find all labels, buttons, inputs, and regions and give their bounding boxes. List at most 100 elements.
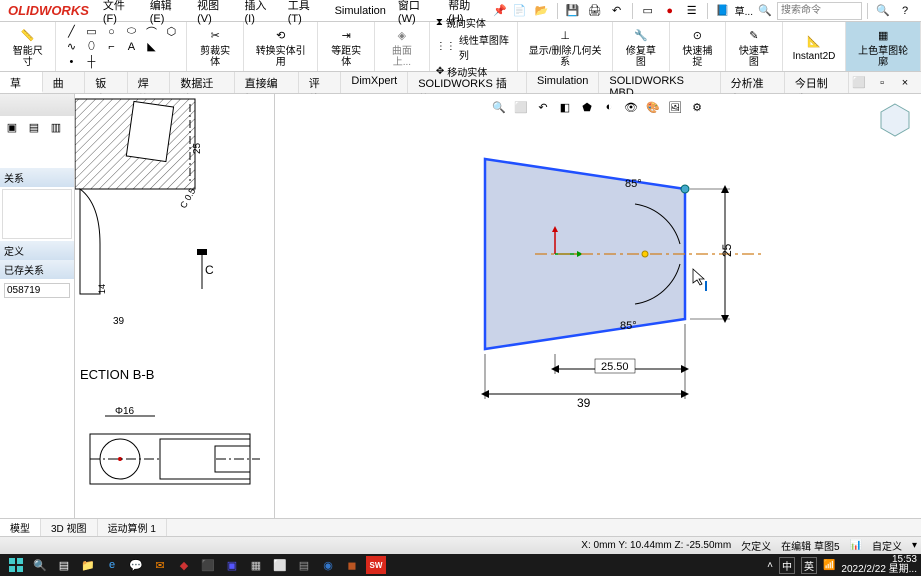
prev-view-icon[interactable]: ↶ bbox=[533, 98, 553, 116]
line-tool-icon[interactable]: ╱ bbox=[62, 25, 80, 39]
tab-analysis-prep[interactable]: 分析准备 bbox=[721, 72, 785, 93]
menu-edit[interactable]: 编辑(E) bbox=[144, 0, 191, 25]
active-sketch[interactable]: 85° 85° 25 25.50 39 bbox=[435, 149, 865, 419]
quick-snap-button[interactable]: ⊙ 快速捕捉 bbox=[676, 24, 719, 70]
fillet-tool-icon[interactable]: ⌐ bbox=[102, 40, 120, 54]
tab-sheetmetal[interactable]: 钣金 bbox=[85, 72, 128, 93]
smart-dimension-button[interactable]: 📏 智能尺寸 bbox=[6, 24, 49, 70]
task-app4-icon[interactable]: ▦ bbox=[246, 556, 266, 574]
tab-3dview[interactable]: 3D 视图 bbox=[41, 519, 98, 536]
new-doc-icon[interactable]: 📄 bbox=[510, 2, 530, 20]
menu-file[interactable]: 文件(F) bbox=[97, 0, 144, 25]
menu-insert[interactable]: 插入(I) bbox=[239, 0, 282, 25]
task-wechat-icon[interactable]: 💬 bbox=[126, 556, 146, 574]
collapse-pane-icon[interactable]: ▫ bbox=[872, 74, 892, 92]
save-icon[interactable]: 💾 bbox=[563, 2, 583, 20]
offset-entities-button[interactable]: ⇥ 等距实体 bbox=[324, 24, 367, 70]
task-solidworks-icon[interactable]: SW bbox=[366, 556, 386, 574]
show-relations-button[interactable]: ⊥ 显示/删除几何关系 bbox=[524, 24, 606, 70]
task-app6-icon[interactable]: ▤ bbox=[294, 556, 314, 574]
prop-tab2-icon[interactable]: ▤ bbox=[24, 118, 44, 136]
task-app3-icon[interactable]: ▣ bbox=[222, 556, 242, 574]
menu-tools[interactable]: 工具(T) bbox=[282, 0, 329, 25]
help-icon[interactable]: ? bbox=[895, 2, 915, 20]
task-search-icon[interactable]: 🔍 bbox=[30, 556, 50, 574]
status-custom[interactable]: 自定义 bbox=[872, 538, 902, 553]
view-settings-icon[interactable]: ⚙ bbox=[687, 98, 707, 116]
options-icon[interactable]: ☰ bbox=[682, 2, 702, 20]
undo-icon[interactable]: ↶ bbox=[607, 2, 627, 20]
shade-sketch-button[interactable]: ▦ 上色草图轮廓 bbox=[852, 24, 914, 70]
surface-button[interactable]: ◈ 曲面上... bbox=[381, 24, 423, 70]
close-pane-icon[interactable]: × bbox=[895, 74, 915, 92]
print-icon[interactable]: 🖨 bbox=[585, 2, 605, 20]
tab-dimxpert[interactable]: DimXpert bbox=[341, 72, 408, 93]
doc-icon[interactable]: 📘 bbox=[713, 2, 733, 20]
convert-entities-button[interactable]: ⟲ 转换实体引用 bbox=[250, 24, 312, 70]
start-button[interactable] bbox=[6, 556, 26, 574]
search-glass-icon[interactable]: 🔍 bbox=[873, 2, 893, 20]
tab-simulation[interactable]: Simulation bbox=[527, 72, 599, 93]
search-icon[interactable]: 🔍 bbox=[755, 2, 775, 20]
tray-date[interactable]: 2022/2/22 星期... bbox=[841, 565, 917, 575]
prop-tab1-icon[interactable]: ▣ bbox=[2, 118, 22, 136]
menu-view[interactable]: 视图(V) bbox=[191, 0, 238, 25]
menu-window[interactable]: 窗口(W) bbox=[392, 0, 442, 25]
view-orient-icon[interactable]: ⬟ bbox=[577, 98, 597, 116]
instant2d-button[interactable]: 📐 Instant2D bbox=[789, 29, 840, 64]
tab-surface[interactable]: 曲面 bbox=[43, 72, 86, 93]
select-icon[interactable]: ▭ bbox=[638, 2, 658, 20]
trim-button[interactable]: ✂ 剪裁实体 bbox=[193, 24, 236, 70]
tab-sketch[interactable]: 草图 bbox=[0, 72, 43, 93]
expand-pane-icon[interactable]: ⬜ bbox=[849, 74, 869, 92]
task-mail-icon[interactable]: ✉ bbox=[150, 556, 170, 574]
edit-appearance-icon[interactable]: 🎨 bbox=[643, 98, 663, 116]
tab-weldment[interactable]: 焊件 bbox=[128, 72, 171, 93]
zoom-fit-icon[interactable]: 🔍 bbox=[489, 98, 509, 116]
rect-tool-icon[interactable]: ▭ bbox=[82, 25, 100, 39]
apply-scene-icon[interactable]: 🖼 bbox=[665, 98, 685, 116]
tab-data-migration[interactable]: 数据迁移 bbox=[170, 72, 234, 93]
pin-icon[interactable]: 📌 bbox=[490, 2, 509, 20]
graphics-viewport[interactable]: 🔍 ⬜ ↶ ◧ ⬟ ◐ 👁 🎨 🖼 ⚙ bbox=[275, 94, 921, 518]
dimension-value-input[interactable] bbox=[4, 283, 70, 298]
task-app1-icon[interactable]: ◆ bbox=[174, 556, 194, 574]
task-app8-icon[interactable]: ◼ bbox=[342, 556, 362, 574]
menu-simulation[interactable]: Simulation bbox=[329, 5, 392, 17]
tray-network-icon[interactable]: 📶 bbox=[823, 560, 835, 571]
task-edge-icon[interactable]: e bbox=[102, 556, 122, 574]
prop-tab3-icon[interactable]: ▥ bbox=[46, 118, 66, 136]
mirror-button[interactable]: ⧗镜向实体 bbox=[436, 14, 486, 31]
chamfer-tool-icon[interactable]: ◣ bbox=[142, 40, 160, 54]
centerline-tool-icon[interactable]: ┼ bbox=[82, 55, 100, 69]
search-input[interactable] bbox=[777, 2, 862, 20]
tab-motion-study[interactable]: 运动算例 1 bbox=[98, 519, 167, 536]
circle-tool-icon[interactable]: ○ bbox=[102, 25, 120, 39]
text-tool-icon[interactable]: A bbox=[122, 40, 140, 54]
open-doc-icon[interactable]: 📂 bbox=[532, 2, 552, 20]
ellipse-tool-icon[interactable]: ⬯ bbox=[82, 40, 100, 54]
section-view-icon[interactable]: ◧ bbox=[555, 98, 575, 116]
tray-chevron-icon[interactable]: ˄ bbox=[767, 560, 773, 571]
relations-list[interactable] bbox=[2, 189, 72, 239]
tab-sw-addins[interactable]: SOLIDWORKS 插件 bbox=[408, 72, 527, 93]
hide-show-icon[interactable]: 👁 bbox=[621, 98, 641, 116]
display-style-icon[interactable]: ◐ bbox=[599, 98, 619, 116]
tab-today-mfg[interactable]: 今日制造 bbox=[785, 72, 849, 93]
ime-english[interactable]: 英 bbox=[801, 557, 817, 574]
poly-tool-icon[interactable]: ⬡ bbox=[162, 25, 180, 39]
task-explorer-icon[interactable]: 📁 bbox=[78, 556, 98, 574]
tab-direct-edit[interactable]: 直接编辑 bbox=[235, 72, 299, 93]
task-view-icon[interactable]: ▤ bbox=[54, 556, 74, 574]
view-cube[interactable] bbox=[875, 100, 915, 140]
rapid-sketch-button[interactable]: ✎ 快速草图 bbox=[732, 24, 775, 70]
ime-chinese[interactable]: 中 bbox=[779, 557, 795, 574]
spline-tool-icon[interactable]: ∿ bbox=[62, 40, 80, 54]
arc-tool-icon[interactable]: ⌒ bbox=[142, 25, 160, 39]
tab-model[interactable]: 模型 bbox=[0, 519, 41, 536]
tab-evaluate[interactable]: 评估 bbox=[299, 72, 342, 93]
status-dropdown-icon[interactable]: ▾ bbox=[912, 540, 917, 551]
status-unit-icon[interactable]: 📊 bbox=[850, 540, 862, 551]
linear-pattern-button[interactable]: ⋮⋮线性草图阵列 bbox=[436, 31, 511, 63]
tab-sw-mbd[interactable]: SOLIDWORKS MBD bbox=[599, 72, 720, 93]
